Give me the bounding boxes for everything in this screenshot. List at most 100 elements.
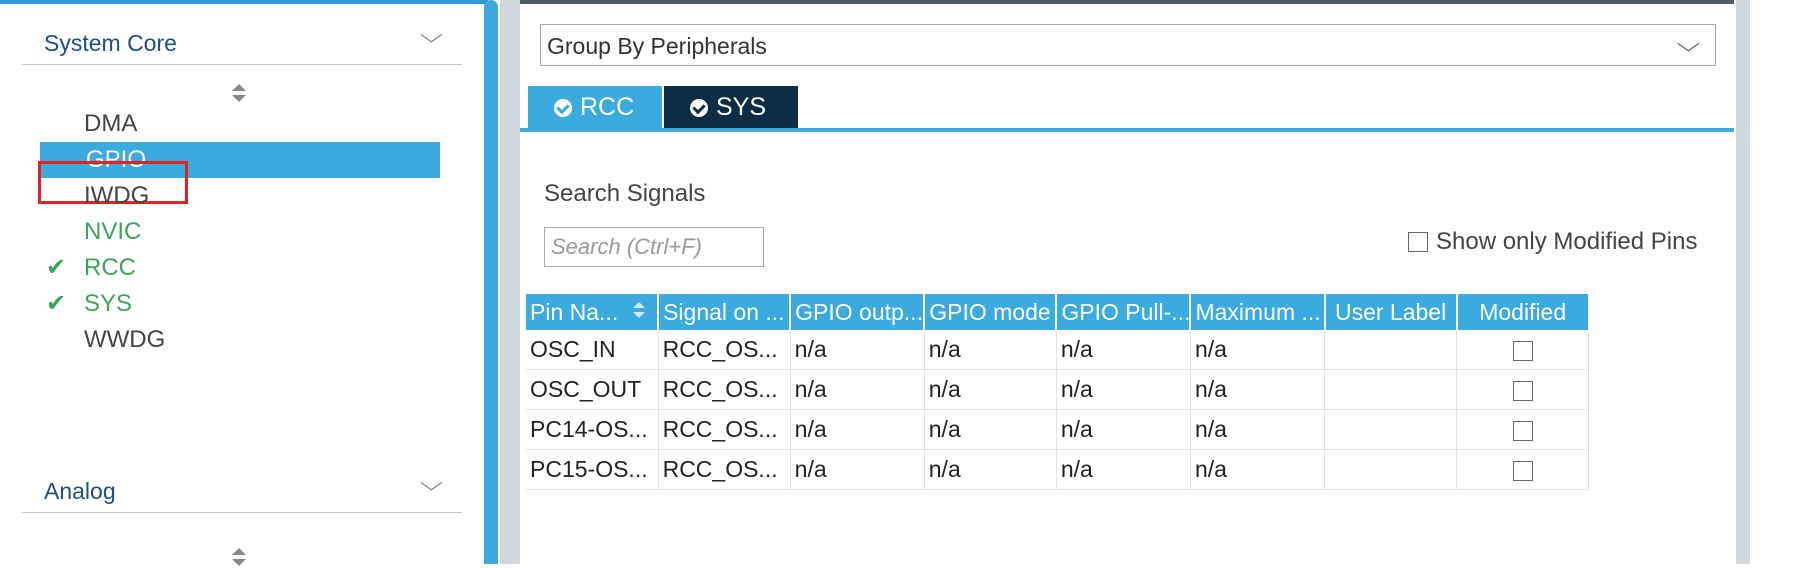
vertical-scrollbar[interactable] <box>484 0 498 564</box>
modified-checkbox[interactable] <box>1512 340 1533 361</box>
cell-modified[interactable] <box>1456 330 1590 370</box>
peripheral-tree-panel: System Core ⌵ DMA GPIO IWDG NVIC ✔ RCC ✔… <box>0 0 498 566</box>
group-by-value: Group By Peripherals <box>547 33 767 59</box>
tab-sys[interactable]: SYS <box>664 86 798 128</box>
chevron-down-icon[interactable]: ⌵ <box>1677 31 1700 57</box>
peripheral-item-iwdg[interactable]: IWDG <box>0 178 440 214</box>
column-header-pin-name[interactable]: Pin Na... <box>526 294 660 330</box>
cell-gpio-output[interactable]: n/a <box>790 449 925 490</box>
peripheral-label: DMA <box>84 110 138 137</box>
cell-maximum[interactable]: n/a <box>1190 330 1326 370</box>
cell-user-label[interactable] <box>1324 449 1458 490</box>
search-box[interactable] <box>544 227 764 267</box>
cell-maximum[interactable]: n/a <box>1190 369 1326 410</box>
cell-signal[interactable]: RCC_OS... <box>658 330 791 370</box>
modified-checkbox[interactable] <box>1512 380 1533 401</box>
table-header-filler <box>1588 294 1735 330</box>
cell-user-label[interactable] <box>1324 409 1458 450</box>
modified-checkbox[interactable] <box>1512 460 1533 481</box>
sort-icon[interactable] <box>232 84 246 104</box>
table-row[interactable]: PC14-OS... RCC_OS... n/a n/a n/a n/a <box>526 409 1733 450</box>
peripheral-label: NVIC <box>84 218 142 245</box>
cell-gpio-pull[interactable]: n/a <box>1056 409 1191 450</box>
peripheral-label: RCC <box>84 254 136 281</box>
cell-filler <box>1589 450 1733 490</box>
column-header-gpio-pull[interactable]: GPIO Pull-... <box>1056 294 1192 330</box>
show-modified-checkbox[interactable]: Show only Modified Pins <box>1408 228 1738 258</box>
chevron-down-icon[interactable]: ⌵ <box>420 22 443 48</box>
cell-gpio-output[interactable]: n/a <box>790 369 925 410</box>
category-system-core[interactable]: System Core ⌵ <box>22 16 462 65</box>
table-row[interactable]: OSC_OUT RCC_OS... n/a n/a n/a n/a <box>526 369 1733 410</box>
peripheral-item-sys[interactable]: ✔ SYS <box>0 286 440 322</box>
panel-divider[interactable] <box>500 0 520 564</box>
column-header-gpio-mode[interactable]: GPIO mode <box>924 294 1058 330</box>
cell-maximum[interactable]: n/a <box>1190 449 1326 490</box>
sort-icon[interactable] <box>232 548 246 568</box>
cell-modified[interactable] <box>1456 369 1590 410</box>
cell-pin-name[interactable]: OSC_IN <box>526 330 659 370</box>
cell-gpio-pull[interactable]: n/a <box>1056 369 1191 410</box>
cell-gpio-output[interactable]: n/a <box>790 409 925 450</box>
column-header-modified[interactable]: Modified <box>1456 294 1590 330</box>
peripheral-item-dma[interactable]: DMA <box>0 106 440 142</box>
pin-table: Pin Na... Signal on ... GPIO outp... GPI… <box>526 294 1735 490</box>
check-icon: ✔ <box>46 254 67 281</box>
checkbox-label: Show only Modified Pins <box>1436 228 1698 255</box>
panel-divider <box>1736 0 1750 564</box>
table-row[interactable]: PC15-OS... RCC_OS... n/a n/a n/a n/a <box>526 449 1733 490</box>
check-circle-icon <box>690 99 708 117</box>
cell-gpio-pull[interactable]: n/a <box>1056 449 1191 490</box>
cell-filler <box>1589 410 1733 450</box>
cell-gpio-mode[interactable]: n/a <box>924 449 1057 490</box>
cell-signal[interactable]: RCC_OS... <box>658 449 791 490</box>
cell-gpio-output[interactable]: n/a <box>790 330 925 370</box>
search-input[interactable] <box>545 228 763 266</box>
checkbox[interactable] <box>1408 232 1428 252</box>
tab-label: SYS <box>716 93 767 121</box>
cell-pin-name[interactable]: PC14-OS... <box>526 409 659 450</box>
group-by-select[interactable]: Group By Peripherals ⌵ <box>540 24 1716 66</box>
column-header-user-label[interactable]: User Label <box>1324 294 1458 330</box>
cell-maximum[interactable]: n/a <box>1190 409 1326 450</box>
cell-pin-name[interactable]: OSC_OUT <box>526 369 659 410</box>
chevron-down-icon[interactable]: ⌵ <box>420 470 443 496</box>
cell-gpio-mode[interactable]: n/a <box>924 330 1057 370</box>
category-analog[interactable]: Analog ⌵ <box>22 464 462 513</box>
cell-user-label[interactable] <box>1324 369 1458 410</box>
cell-pin-name[interactable]: PC15-OS... <box>526 449 659 490</box>
peripheral-label: IWDG <box>84 182 150 209</box>
cell-modified[interactable] <box>1456 409 1590 450</box>
pinout-configuration-panel: Group By Peripherals ⌵ RCC SYS Search Si… <box>520 0 1735 564</box>
tab-label: RCC <box>580 93 635 121</box>
table-header-row: Pin Na... Signal on ... GPIO outp... GPI… <box>526 294 1735 330</box>
modified-checkbox[interactable] <box>1512 420 1533 441</box>
cell-signal[interactable]: RCC_OS... <box>658 409 791 450</box>
tab-underline <box>520 128 1734 132</box>
cell-modified[interactable] <box>1456 449 1590 490</box>
cell-user-label[interactable] <box>1324 330 1458 370</box>
category-title: System Core <box>44 30 177 56</box>
column-header-maximum[interactable]: Maximum ... <box>1190 294 1326 330</box>
cell-signal[interactable]: RCC_OS... <box>658 369 791 410</box>
peripheral-item-wwdg[interactable]: WWDG <box>0 322 440 358</box>
cell-gpio-mode[interactable]: n/a <box>924 409 1057 450</box>
table-row[interactable]: OSC_IN RCC_OS... n/a n/a n/a n/a <box>526 330 1733 370</box>
category-title: Analog <box>44 478 116 504</box>
cell-filler <box>1589 370 1733 410</box>
sort-icon[interactable] <box>633 302 646 322</box>
peripheral-label: WWDG <box>84 326 166 353</box>
cell-filler <box>1589 330 1733 370</box>
check-icon: ✔ <box>46 290 67 317</box>
panel-top-border <box>520 0 1734 4</box>
cell-gpio-pull[interactable]: n/a <box>1056 330 1191 370</box>
search-label: Search Signals <box>544 180 706 207</box>
column-header-signal[interactable]: Signal on ... <box>658 294 792 330</box>
peripheral-item-nvic[interactable]: NVIC <box>0 214 440 250</box>
check-circle-icon <box>554 99 572 117</box>
tab-rcc[interactable]: RCC <box>528 86 662 128</box>
peripheral-label: SYS <box>84 290 133 317</box>
cell-gpio-mode[interactable]: n/a <box>924 369 1057 410</box>
column-header-gpio-output[interactable]: GPIO outp... <box>790 294 926 330</box>
peripheral-item-rcc[interactable]: ✔ RCC <box>0 250 440 286</box>
